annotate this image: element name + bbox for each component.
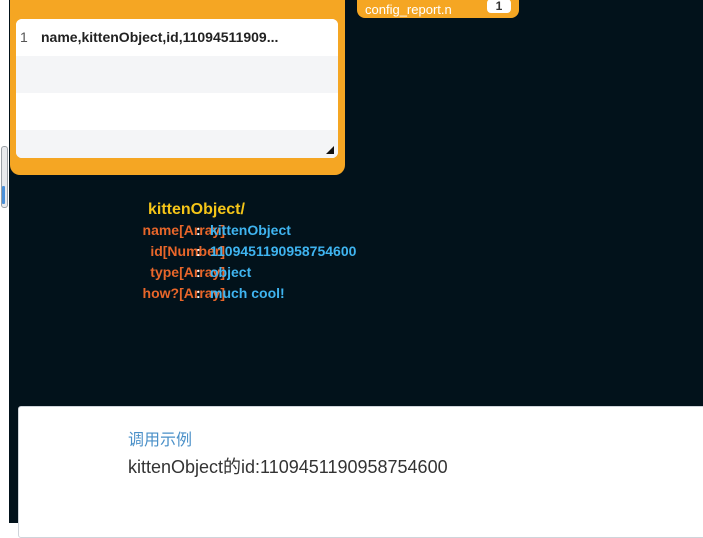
field-value: kittenObject [210, 222, 291, 238]
left-gutter [0, 0, 9, 523]
object-field-row: name[Array] : kittenObject [40, 222, 440, 242]
resize-handle-icon[interactable] [326, 146, 334, 154]
line-text: name,kittenObject,id,11094511909... [41, 29, 279, 45]
node-tab-badge: 1 [487, 0, 511, 13]
code-line[interactable]: 1 name,kittenObject,id,11094511909... [16, 19, 338, 56]
example-text: kittenObject的id:1109451190958754600 [128, 457, 448, 477]
node-card[interactable]: 1 name,kittenObject,id,11094511909... [10, 0, 345, 175]
field-colon: : [196, 222, 201, 238]
node-tab-label: config_report.n [365, 2, 452, 17]
object-field-row: how?[Array] : much cool! [40, 285, 440, 305]
node-tab[interactable]: config_report.n 1 [357, 0, 519, 18]
field-value: object [210, 264, 252, 280]
object-field-row: id[Number] : 1109451190958754600 [40, 243, 440, 263]
field-value: 1109451190958754600 [210, 243, 357, 259]
field-colon: : [196, 264, 201, 280]
code-line-empty[interactable] [16, 56, 338, 93]
code-line-empty[interactable] [16, 93, 338, 130]
object-title: kittenObject/ [148, 201, 245, 218]
example-panel: 调用示例 kittenObject的id:1109451190958754600 [18, 406, 703, 538]
code-line-empty[interactable] [16, 130, 338, 158]
field-colon: : [196, 285, 201, 301]
field-colon: : [196, 243, 201, 259]
example-title: 调用示例 [128, 432, 193, 449]
field-value: much cool! [210, 285, 285, 301]
object-field-row: type[Array] : object [40, 264, 440, 284]
code-editor[interactable]: 1 name,kittenObject,id,11094511909... [16, 19, 338, 158]
line-number: 1 [20, 29, 28, 45]
scrollbar-indicator [2, 186, 5, 204]
